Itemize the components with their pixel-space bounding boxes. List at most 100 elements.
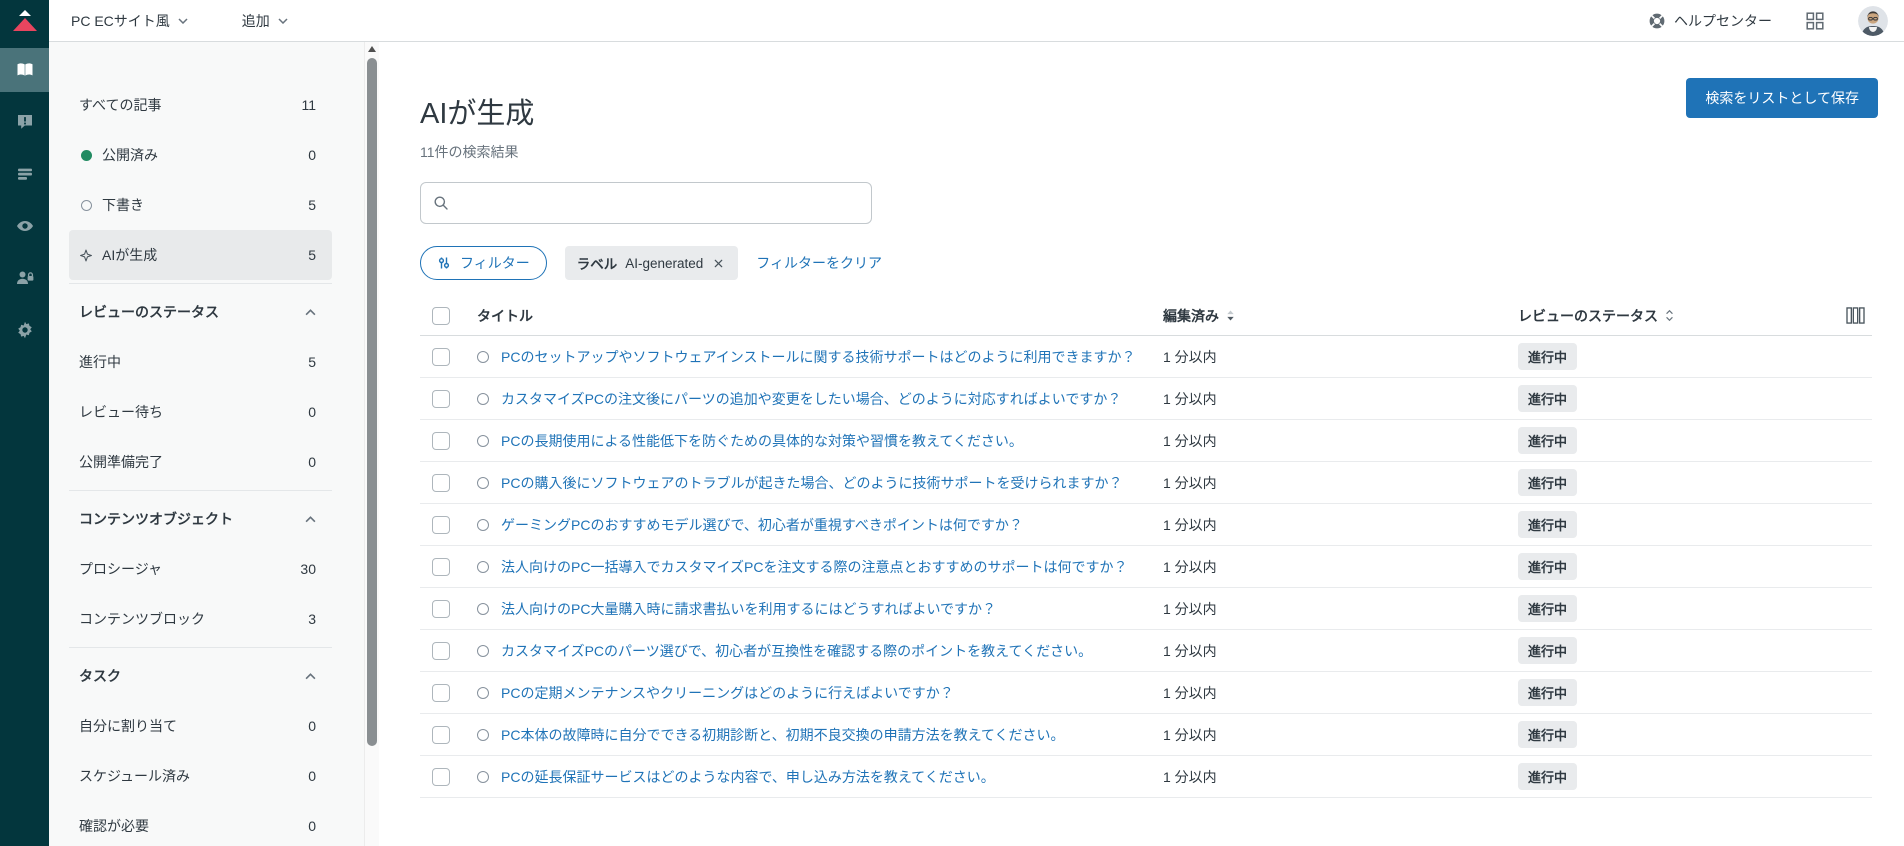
scrollbar-up-arrow-icon[interactable]	[368, 46, 376, 52]
sidebar-item[interactable]: プロシージャ 30	[69, 544, 332, 594]
chevron-up-icon	[305, 308, 316, 316]
draft-status-circle-icon	[477, 392, 489, 405]
apps-grid-button[interactable]	[1806, 11, 1824, 30]
row-checkbox[interactable]	[432, 347, 450, 366]
article-title-link[interactable]: PCの定期メンテナンスやクリーニングはどのように行えばよいですか？	[501, 683, 954, 703]
search-box[interactable]	[420, 182, 872, 224]
row-checkbox[interactable]	[432, 599, 450, 618]
edited-cell: 1 分以内	[1163, 726, 1217, 743]
article-title-link[interactable]: PC本体の故障時に自分でできる初期診断と、初期不良交換の申請方法を教えてください…	[501, 725, 1065, 745]
rail-item-feedback[interactable]	[0, 100, 49, 144]
add-menu[interactable]: 追加	[242, 11, 288, 31]
search-input[interactable]	[458, 195, 859, 211]
article-title-link[interactable]: ゲーミングPCのおすすめモデル選びで、初心者が重視すべきポイントは何ですか？	[501, 515, 1023, 535]
sidebar-item[interactable]: 公開準備完了 0	[69, 437, 332, 487]
save-search-as-list-button[interactable]: 検索をリストとして保存	[1686, 78, 1878, 118]
review-status-badge: 進行中	[1518, 595, 1578, 622]
sidebar-item-label: 下書き	[102, 197, 144, 213]
review-status-badge: 進行中	[1518, 343, 1578, 370]
row-checkbox[interactable]	[432, 641, 450, 660]
review-status-badge: 進行中	[1518, 553, 1578, 580]
column-settings-button[interactable]	[1846, 307, 1865, 324]
sidebar-item[interactable]: スケジュール済み 0	[69, 751, 332, 801]
row-checkbox[interactable]	[432, 557, 450, 576]
sidebar-divider	[69, 647, 332, 648]
table-row: PCの定期メンテナンスやクリーニングはどのように行えばよいですか？ 1 分以内 …	[420, 672, 1872, 714]
sidebar-item[interactable]: 自分に割り当て 0	[69, 701, 332, 751]
table-header-row: タイトル 編集済み レビューのステータス	[420, 296, 1872, 336]
row-checkbox[interactable]	[432, 725, 450, 744]
life-buoy-icon	[1649, 13, 1665, 28]
rail-item-articles[interactable]	[0, 48, 49, 92]
article-title-link[interactable]: カスタマイズPCの注文後にパーツの追加や変更をしたい場合、どのように対応すればよ…	[501, 389, 1121, 409]
sidebar-item-label: 自分に割り当て	[79, 718, 177, 734]
draft-status-circle-icon	[477, 434, 489, 447]
sidebar-scrollbar[interactable]	[364, 42, 379, 846]
article-title-link[interactable]: 法人向けのPC大量購入時に請求書払いを利用するにはどうすればよいですか？	[501, 599, 996, 619]
table-body: PCのセットアップやソフトウェアインストールに関する技術サポートはどのように利用…	[420, 336, 1872, 798]
row-checkbox[interactable]	[432, 431, 450, 450]
sidebar-item-2[interactable]: 下書き 5	[69, 180, 332, 230]
filter-chip-label-ai-generated[interactable]: ラベル AI-generated	[564, 246, 739, 280]
help-center-link[interactable]: ヘルプセンター	[1648, 11, 1772, 31]
add-menu-label: 追加	[241, 12, 270, 29]
article-title-link[interactable]: PCの購入後にソフトウェアのトラブルが起きた場合、どのように技術サポートを受けら…	[501, 473, 1122, 493]
chip-remove-button[interactable]	[711, 256, 726, 271]
article-title-link[interactable]: PCのセットアップやソフトウェアインストールに関する技術サポートはどのように利用…	[501, 347, 1135, 367]
article-title-link[interactable]: PCの延長保証サービスはどのような内容で、申し込み方法を教えてください。	[501, 767, 995, 787]
product-logo[interactable]	[0, 0, 49, 42]
edited-cell: 1 分以内	[1163, 684, 1217, 701]
row-checkbox[interactable]	[432, 389, 450, 408]
avatar-photo	[1858, 5, 1888, 36]
speech-bubble-exclamation-icon	[17, 115, 32, 129]
sidebar-section-header[interactable]: コンテンツオブジェクト	[69, 494, 332, 544]
sidebar-item-ai-generated[interactable]: AIが生成 5	[69, 230, 332, 280]
clear-filters-link[interactable]: フィルターをクリア	[756, 253, 882, 273]
article-title-link[interactable]: 法人向けのPC一括導入でカスタマイズPCを注文する際の注意点とおすすめのサポート…	[501, 557, 1127, 577]
sidebar-item-count: 0	[308, 147, 316, 163]
filter-button[interactable]: フィルター	[420, 246, 547, 280]
chip-value: AI-generated	[625, 255, 704, 271]
user-avatar[interactable]	[1858, 5, 1888, 36]
rail-item-lists[interactable]	[0, 152, 49, 196]
column-header-title[interactable]: タイトル	[477, 306, 533, 326]
review-status-badge: 進行中	[1518, 721, 1578, 748]
row-checkbox[interactable]	[432, 683, 450, 702]
rail-item-preview[interactable]	[0, 204, 49, 248]
edited-cell: 1 分以内	[1163, 768, 1217, 785]
column-header-edited[interactable]: 編集済み	[1163, 306, 1503, 326]
row-checkbox[interactable]	[432, 767, 450, 786]
sidebar-item-1[interactable]: 公開済み 0	[69, 130, 332, 180]
scrollbar-thumb[interactable]	[367, 58, 377, 746]
sidebar-item-count: 0	[308, 454, 316, 470]
sidebar-item[interactable]: 進行中 5	[69, 337, 332, 387]
sidebar-item[interactable]: コンテンツブロック 3	[69, 594, 332, 644]
sidebar-top-items: すべての記事 11 公開済み 0 下書き 5 AIが生成 5	[49, 80, 376, 280]
sidebar-section-header[interactable]: タスク	[69, 651, 332, 701]
sidebar-item-0[interactable]: すべての記事 11	[69, 80, 332, 130]
sidebar-section-header[interactable]: レビューのステータス	[69, 287, 332, 337]
sidebar-item-label: 進行中	[79, 354, 121, 370]
close-icon	[714, 259, 723, 267]
rail-item-settings[interactable]	[0, 308, 49, 352]
brand-menu[interactable]: PC ECサイト風	[71, 11, 188, 31]
rail-item-user-permissions[interactable]	[0, 256, 49, 300]
sort-unsorted-icon	[1666, 309, 1673, 322]
draft-status-circle-icon	[477, 476, 489, 489]
sidebar-item[interactable]: レビュー待ち 0	[69, 387, 332, 437]
sidebar-item-label: すべての記事	[79, 97, 162, 113]
select-all-checkbox[interactable]	[432, 306, 450, 325]
review-status-badge: 進行中	[1518, 469, 1578, 496]
article-title-link[interactable]: カスタマイズPCのパーツ選びで、初心者が互換性を確認する際のポイントを教えてくだ…	[501, 641, 1092, 661]
column-header-review-status[interactable]: レビューのステータス	[1518, 306, 1675, 326]
edited-cell: 1 分以内	[1163, 516, 1217, 533]
row-checkbox[interactable]	[432, 515, 450, 534]
filter-row: フィルター ラベル AI-generated フィルターをクリア	[420, 246, 1872, 280]
sort-descending-icon	[1227, 310, 1234, 321]
row-checkbox[interactable]	[432, 473, 450, 492]
sidebar-item-count: 3	[308, 611, 316, 627]
sidebar-item-count: 0	[308, 768, 316, 784]
user-lock-icon	[16, 271, 33, 284]
article-title-link[interactable]: PCの長期使用による性能低下を防ぐための具体的な対策や習慣を教えてください。	[501, 431, 1023, 451]
sidebar-item[interactable]: 確認が必要 0	[69, 801, 332, 846]
